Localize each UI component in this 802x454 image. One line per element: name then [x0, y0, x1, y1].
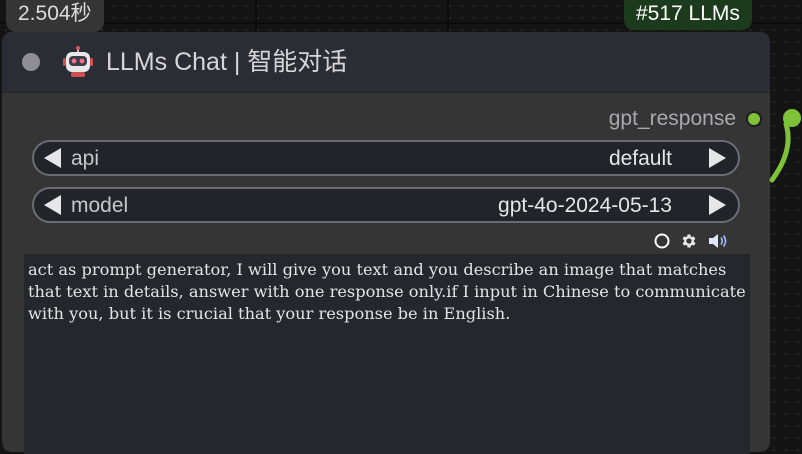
api-label: api: [71, 147, 100, 170]
model-next-arrow-icon[interactable]: [709, 195, 726, 215]
api-next-arrow-icon[interactable]: [709, 148, 726, 168]
gear-icon[interactable]: [680, 232, 698, 250]
llms-chat-node[interactable]: LLMs Chat | 智能对话 gpt_response api defaul…: [2, 32, 770, 454]
model-value: gpt-4o-2024-05-13: [498, 194, 672, 217]
output-slot-dot[interactable]: [746, 111, 762, 127]
robot-icon: [63, 46, 93, 77]
node-header[interactable]: LLMs Chat | 智能对话: [2, 32, 770, 93]
output-wire: [769, 109, 801, 183]
node-id-badge: #517 LLMs: [624, 0, 752, 30]
node-title: LLMs Chat | 智能对话: [106, 48, 348, 76]
model-label: model: [71, 194, 129, 217]
output-label: gpt_response: [608, 107, 736, 130]
collapse-toggle[interactable]: [22, 53, 40, 71]
circle-icon[interactable]: [654, 233, 670, 249]
api-value: default: [608, 147, 672, 170]
prompt-textarea[interactable]: act as prompt generator, I will give you…: [24, 254, 750, 454]
execution-time-badge: 2.504秒: [6, 0, 104, 32]
api-combo[interactable]: api default: [32, 140, 740, 176]
textarea-toolbar: [654, 232, 728, 250]
api-prev-arrow-icon[interactable]: [44, 148, 61, 168]
model-prev-arrow-icon[interactable]: [44, 195, 61, 215]
speaker-icon[interactable]: [708, 233, 728, 249]
model-combo[interactable]: model gpt-4o-2024-05-13: [32, 187, 740, 223]
output-gpt-response[interactable]: gpt_response: [609, 106, 762, 132]
